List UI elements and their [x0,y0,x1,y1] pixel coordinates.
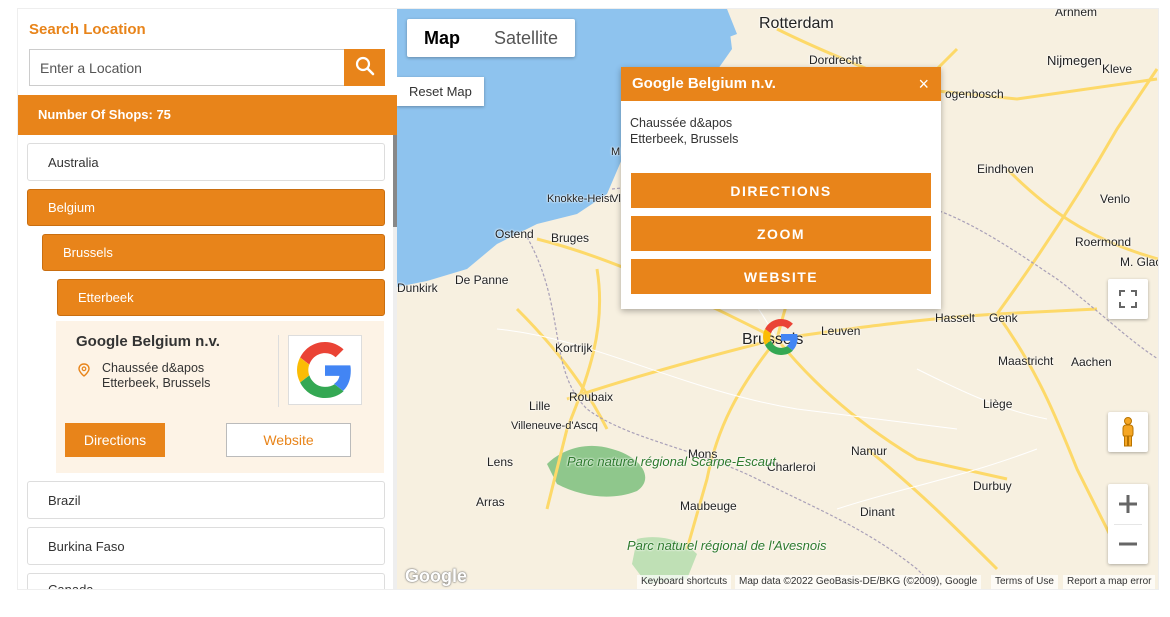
search-title: Search Location [29,21,146,38]
city-label: Roubaix [569,390,614,404]
popup-zoom-button[interactable]: ZOOM [631,216,931,251]
terms-link[interactable]: Terms of Use [991,575,1058,589]
close-icon[interactable]: × [918,74,929,95]
list-item-brazil[interactable]: Brazil [27,481,385,519]
map-marker-google-icon[interactable] [763,319,799,355]
city-label: Arras [476,495,505,509]
city-label: Lille [529,399,551,413]
reset-map-button[interactable]: Reset Map [397,77,484,106]
city-label: Kortrijk [555,341,593,355]
zoom-controls [1108,484,1148,564]
map-view[interactable]: Rotterdam Dordrecht Nijmegen Kleve Arnhe… [397,9,1158,589]
search-input[interactable] [30,50,346,85]
street-view-pegman[interactable] [1108,412,1148,452]
popup-title: Google Belgium n.v. [632,75,776,92]
city-label: Kleve [1102,62,1133,76]
city-label: Dinant [860,505,895,519]
keyboard-shortcuts-link[interactable]: Keyboard shortcuts [637,575,732,589]
city-label: Arnhem [1055,9,1098,19]
shop-logo [288,335,362,405]
pegman-icon [1122,417,1134,447]
shop-address: Chaussée d&apos Etterbeek, Brussels [102,361,210,391]
map-type-map[interactable]: Map [407,19,477,57]
fullscreen-button[interactable] [1108,279,1148,319]
city-label: Maubeuge [680,499,737,513]
city-label: ogenbosch [945,87,1004,101]
map-type-satellite[interactable]: Satellite [477,19,575,57]
city-label: Maastricht [998,354,1054,368]
city-label: Durbuy [973,479,1012,493]
list-item-australia[interactable]: Australia [27,143,385,181]
city-label: Venlo [1100,192,1131,206]
search-icon [355,56,374,76]
city-label: Villeneuve-d'Ascq [511,420,598,432]
city-label: Rotterdam [759,15,834,32]
map-type-toggle: Map Satellite [407,19,576,57]
list-item-burkina-faso[interactable]: Burkina Faso [27,527,385,565]
park-label: Parc naturel régional de l'Avesnois [627,539,827,553]
shop-address-line2: Etterbeek, Brussels [102,376,211,390]
city-label: Leuven [821,324,861,338]
city-label: De Panne [455,273,509,287]
divider [278,335,279,407]
popup-address: Chaussée d&apos Etterbeek, Brussels [630,115,738,147]
popup-header: Google Belgium n.v. × [621,67,941,101]
minus-icon [1119,542,1137,546]
plus-icon [1119,495,1137,513]
city-label: Roermond [1075,235,1132,249]
store-locator: Search Location Number Of Shops: 75 Aust… [17,8,1159,590]
city-label: Genk [989,311,1018,325]
popup-address-line1: Chaussée d&apos [630,116,733,130]
info-popup: Google Belgium n.v. × Chaussée d&apos Et… [621,67,941,309]
fullscreen-icon [1119,290,1137,308]
zoom-out-button[interactable] [1108,524,1148,564]
popup-directions-button[interactable]: DIRECTIONS [631,173,931,208]
location-list: Australia Belgium Brussels Etterbeek Goo… [18,135,397,589]
city-label: Dunkirk [397,281,438,295]
shop-card: Google Belgium n.v. Chaussée d&apos Ette… [56,321,384,473]
list-item-belgium[interactable]: Belgium [27,189,385,226]
location-pin-icon [78,363,90,377]
shop-count: Number Of Shops: 75 [18,95,397,135]
shop-address-line1: Chaussée d&apos [102,361,205,375]
list-item-etterbeek[interactable]: Etterbeek [57,279,385,316]
city-label: Liège [983,397,1013,411]
city-label: Namur [851,444,888,458]
city-label: Aachen [1071,355,1112,369]
report-error-link[interactable]: Report a map error [1063,575,1156,589]
city-label: Eindhoven [977,162,1034,176]
google-logo[interactable]: Google [405,566,467,587]
park-label: Parc naturel régional Scarpe-Escaut [567,455,776,469]
list-item-brussels[interactable]: Brussels [42,234,385,271]
city-label: M [611,146,621,158]
city-label: Ostend [495,227,534,241]
directions-button[interactable]: Directions [65,423,165,457]
city-label: Nijmegen [1047,53,1102,68]
shop-name: Google Belgium n.v. [76,333,220,350]
city-label: Knokke-Heist [547,193,613,205]
search-button[interactable] [344,49,385,86]
google-logo-icon [297,342,351,398]
city-label: Dordrecht [809,53,862,67]
list-item-canada[interactable]: Canada [27,573,385,589]
sidebar: Search Location Number Of Shops: 75 Aust… [18,9,398,589]
zoom-in-button[interactable] [1108,484,1148,524]
website-button[interactable]: Website [226,423,351,457]
city-label: Bruges [551,231,590,245]
city-label: Hasselt [935,311,976,325]
popup-address-line2: Etterbeek, Brussels [630,132,739,146]
search-box [29,49,385,86]
popup-website-button[interactable]: WEBSITE [631,259,931,294]
map-data-attribution: Map data ©2022 GeoBasis-DE/BKG (©2009), … [735,575,982,589]
city-label: M. Glac [1120,255,1158,269]
city-label: Lens [487,455,514,469]
